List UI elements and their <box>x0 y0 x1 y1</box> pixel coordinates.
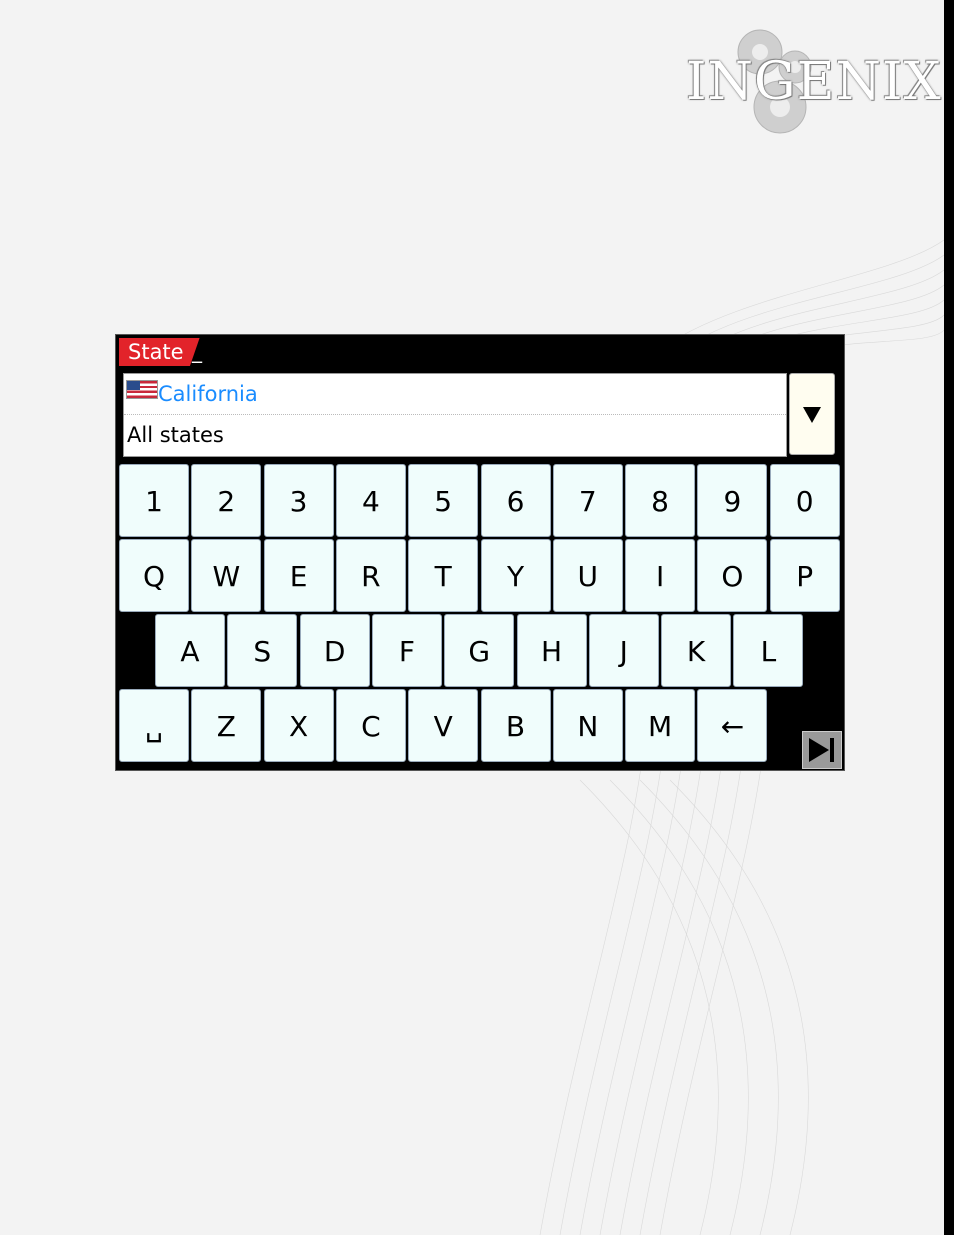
result-item[interactable]: All states <box>124 415 786 455</box>
result-item-selected[interactable]: California <box>124 374 786 415</box>
result-item-label: All states <box>127 423 224 447</box>
triangle-down-icon <box>803 407 821 423</box>
key-k[interactable]: K <box>661 614 732 687</box>
backspace-key[interactable]: ← <box>697 689 768 762</box>
key-b[interactable]: B <box>480 689 551 762</box>
field-label-tab: State <box>119 338 200 366</box>
key-c[interactable]: C <box>335 689 406 762</box>
key-9[interactable]: 9 <box>697 464 768 537</box>
key-d[interactable]: D <box>299 614 370 687</box>
us-flag-icon <box>126 380 158 399</box>
dropdown-button[interactable] <box>789 373 835 455</box>
key-t[interactable]: T <box>408 539 479 612</box>
key-3[interactable]: 3 <box>263 464 334 537</box>
key-4[interactable]: 4 <box>335 464 406 537</box>
key-v[interactable]: V <box>408 689 479 762</box>
text-input-cursor[interactable]: _ <box>192 339 202 363</box>
key-z[interactable]: Z <box>191 689 262 762</box>
key-q[interactable]: Q <box>119 539 189 612</box>
key-p[interactable]: P <box>769 539 840 612</box>
key-8[interactable]: 8 <box>625 464 696 537</box>
skip-next-icon <box>809 738 834 762</box>
key-i[interactable]: I <box>625 539 696 612</box>
key-g[interactable]: G <box>444 614 515 687</box>
key-m[interactable]: M <box>625 689 696 762</box>
key-r[interactable]: R <box>335 539 406 612</box>
key-5[interactable]: 5 <box>408 464 479 537</box>
key-h[interactable]: H <box>516 614 587 687</box>
key-2[interactable]: 2 <box>191 464 262 537</box>
page-right-border <box>944 0 954 1235</box>
key-6[interactable]: 6 <box>480 464 551 537</box>
result-item-label: California <box>158 382 258 406</box>
key-f[interactable]: F <box>371 614 442 687</box>
key-j[interactable]: J <box>588 614 659 687</box>
next-field-button[interactable] <box>802 731 842 769</box>
key-7[interactable]: 7 <box>552 464 623 537</box>
key-l[interactable]: L <box>733 614 804 687</box>
brand-logo-text: INGENIX <box>686 52 942 112</box>
key-s[interactable]: S <box>227 614 298 687</box>
state-search-panel: State _ California All states 1234567890… <box>115 334 845 771</box>
key-e[interactable]: E <box>263 539 334 612</box>
input-header: State _ <box>116 335 844 371</box>
key-x[interactable]: X <box>263 689 334 762</box>
key-0[interactable]: 0 <box>769 464 840 537</box>
key-n[interactable]: N <box>552 689 623 762</box>
key-w[interactable]: W <box>191 539 262 612</box>
key-o[interactable]: O <box>697 539 768 612</box>
space-key[interactable]: ␣ <box>119 689 189 762</box>
key-u[interactable]: U <box>552 539 623 612</box>
key-y[interactable]: Y <box>480 539 551 612</box>
key-a[interactable]: A <box>155 614 225 687</box>
key-1[interactable]: 1 <box>119 464 189 537</box>
result-list: California All states <box>123 373 787 457</box>
